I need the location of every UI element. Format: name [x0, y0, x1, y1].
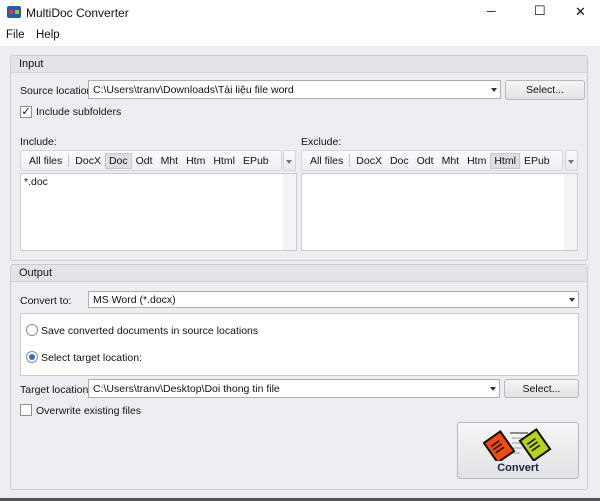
radio-source-label: Save converted documents in source locat…	[41, 325, 259, 337]
include-filter-dropdown[interactable]	[283, 150, 296, 171]
window-title: MultiDoc Converter	[26, 6, 129, 20]
target-location-label: Target location:	[20, 384, 92, 396]
exclude-filter-toolbar: All files DocX Doc Odt Mht Htm Html EPub	[301, 150, 563, 171]
exclude-filter-all[interactable]: All files	[306, 153, 347, 169]
convert-to-label: Convert to:	[20, 295, 72, 307]
menu-bar: File Help	[0, 26, 600, 46]
include-list[interactable]: *.doc	[20, 173, 297, 251]
include-filter-all[interactable]: All files	[25, 153, 66, 169]
output-header: Output	[11, 265, 587, 282]
exclude-list[interactable]	[301, 173, 578, 251]
title-bar: MultiDoc Converter ─ ☐ ✕	[0, 0, 600, 26]
include-filter-html[interactable]: Html	[209, 153, 239, 169]
include-subfolders-label: Include subfolders	[36, 106, 122, 118]
chevron-down-icon	[569, 298, 575, 302]
convert-to-select[interactable]: MS Word (*.docx)	[88, 291, 579, 308]
chevron-down-icon	[286, 160, 292, 164]
include-filter-odt[interactable]: Odt	[132, 153, 157, 169]
overwrite-label: Overwrite existing files	[36, 405, 142, 417]
include-filter-docx[interactable]: DocX	[71, 153, 105, 169]
convert-to-value: MS Word (*.docx)	[93, 294, 176, 306]
radio-target-label: Select target location:	[41, 352, 142, 364]
target-location-value: C:\Users\tranv\Desktop\Doi thong tin fil…	[93, 383, 280, 395]
target-select-button[interactable]: Select...	[504, 379, 579, 398]
app-icon	[7, 6, 21, 18]
convert-label: Convert	[497, 462, 539, 474]
exclude-filter-odt[interactable]: Odt	[413, 153, 438, 169]
include-subfolders-checkbox[interactable]: ✓	[20, 106, 32, 118]
source-select-button[interactable]: Select...	[505, 80, 585, 100]
exclude-filter-html[interactable]: Html	[490, 152, 520, 169]
input-header: Input	[11, 56, 587, 73]
include-filter-mht[interactable]: Mht	[157, 153, 183, 169]
include-label: Include:	[20, 136, 57, 148]
exclude-filter-htm[interactable]: Htm	[463, 153, 490, 169]
minimize-button[interactable]: ─	[487, 4, 496, 18]
maximize-button[interactable]: ☐	[534, 3, 546, 19]
exclude-label: Exclude:	[301, 136, 342, 148]
include-filter-epub[interactable]: EPub	[239, 153, 273, 169]
location-options-panel	[20, 313, 579, 376]
exclude-filter-mht[interactable]: Mht	[438, 153, 464, 169]
exclude-filter-dropdown[interactable]	[565, 150, 578, 171]
convert-documents-icon	[483, 428, 552, 461]
radio-source-locations[interactable]	[26, 324, 38, 336]
radio-target-location[interactable]	[26, 351, 38, 363]
convert-button[interactable]: Convert	[457, 422, 579, 479]
chevron-down-icon	[568, 160, 574, 164]
exclude-filter-epub[interactable]: EPub	[520, 153, 554, 169]
exclude-filter-docx[interactable]: DocX	[352, 153, 386, 169]
exclude-scrollbar[interactable]	[564, 174, 577, 250]
exclude-filter-doc[interactable]: Doc	[386, 153, 413, 169]
include-filter-toolbar: All files DocX Doc Odt Mht Htm Html EPub	[20, 150, 282, 171]
source-location-combo[interactable]: C:\Users\tranv\Downloads\Tài liệu file w…	[88, 80, 501, 99]
source-location-label: Source location:	[20, 85, 96, 97]
chevron-down-icon	[490, 387, 496, 391]
overwrite-checkbox[interactable]	[20, 404, 32, 416]
menu-file[interactable]: File	[6, 29, 25, 41]
include-scrollbar[interactable]	[283, 174, 296, 250]
menu-help[interactable]: Help	[36, 29, 60, 41]
source-location-value: C:\Users\tranv\Downloads\Tài liệu file w…	[93, 84, 294, 96]
target-location-combo[interactable]: C:\Users\tranv\Desktop\Doi thong tin fil…	[88, 379, 500, 398]
chevron-down-icon	[491, 88, 497, 92]
close-button[interactable]: ✕	[575, 4, 586, 20]
include-filter-htm[interactable]: Htm	[182, 153, 209, 169]
list-item[interactable]: *.doc	[24, 176, 293, 188]
include-filter-doc[interactable]: Doc	[104, 152, 132, 169]
